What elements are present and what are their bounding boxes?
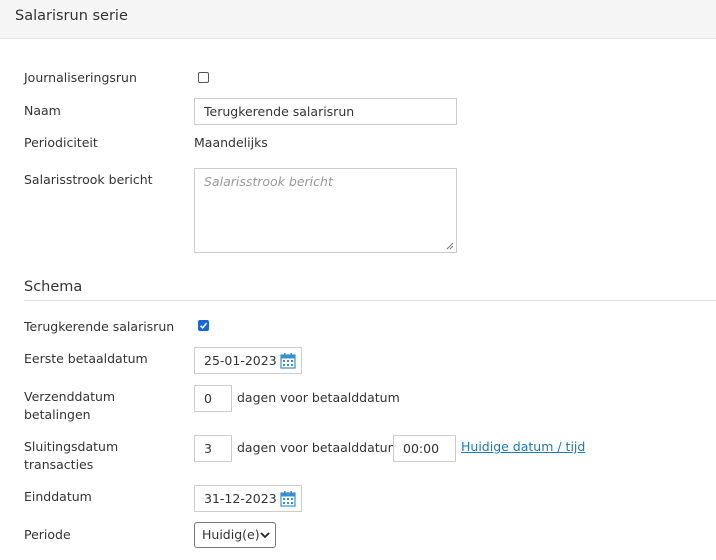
panel-title: Salarisrun serie (15, 8, 128, 24)
naam-input[interactable]: Terugkerende salarisrun (194, 98, 457, 125)
periode-select[interactable]: Huidig(e) (194, 522, 276, 548)
naam-value: Terugkerende salarisrun (204, 104, 355, 119)
salarisstrook-placeholder: Salarisstrook bericht (204, 174, 333, 189)
schema-section-title: Schema (24, 279, 83, 295)
chevron-down-icon (260, 532, 270, 539)
sluitingsdatum-time-input[interactable]: 00:00 (393, 435, 456, 462)
eerste-betaaldatum-label: Eerste betaaldatum (24, 351, 148, 366)
sluitingsdatum-time-value: 00:00 (403, 441, 440, 456)
checkmark-icon (199, 322, 208, 329)
sluitingsdatum-suffix: dagen voor betaalddatum (237, 440, 400, 455)
verzenddatum-days-input[interactable]: 0 (194, 385, 232, 412)
salarisstrook-label: Salarisstrook bericht (24, 172, 153, 187)
einddatum-input[interactable]: 31-12-2023 (194, 485, 302, 512)
sluitingsdatum-label-line2: transacties (24, 457, 94, 472)
sluitingsdatum-label-line1: Sluitingsdatum (24, 439, 119, 454)
journalisering-label: Journaliseringsrun (24, 70, 137, 85)
terugkerend-label: Terugkerende salarisrun (24, 319, 175, 334)
periode-label: Periode (24, 527, 71, 542)
calendar-icon[interactable] (280, 352, 296, 369)
verzenddatum-suffix: dagen voor betaalddatum (237, 390, 400, 405)
calendar-icon[interactable] (280, 490, 296, 507)
einddatum-value: 31-12-2023 (204, 491, 277, 506)
sluitingsdatum-days-value: 3 (204, 441, 212, 456)
section-divider (24, 300, 716, 301)
naam-label: Naam (24, 103, 61, 118)
verzenddatum-label-line1: Verzenddatum (24, 389, 116, 404)
journalisering-checkbox[interactable] (198, 72, 209, 83)
salarisstrook-textarea[interactable]: Salarisstrook bericht (194, 168, 457, 253)
einddatum-label: Einddatum (24, 489, 92, 504)
resize-grip-icon[interactable] (446, 242, 454, 250)
periode-selected-value: Huidig(e) (202, 527, 260, 542)
eerste-betaaldatum-input[interactable]: 25-01-2023 (194, 347, 302, 374)
terugkerend-checkbox[interactable] (198, 320, 209, 331)
verzenddatum-label-line2: betalingen (24, 407, 91, 422)
periodiciteit-value: Maandelijks (194, 135, 268, 150)
sluitingsdatum-days-input[interactable]: 3 (194, 435, 232, 462)
panel-header: Salarisrun serie (0, 0, 716, 39)
verzenddatum-days-value: 0 (204, 391, 212, 406)
eerste-betaaldatum-value: 25-01-2023 (204, 353, 277, 368)
periodiciteit-label: Periodiciteit (24, 135, 98, 150)
huidige-datum-tijd-link[interactable]: Huidige datum / tijd (461, 439, 585, 454)
